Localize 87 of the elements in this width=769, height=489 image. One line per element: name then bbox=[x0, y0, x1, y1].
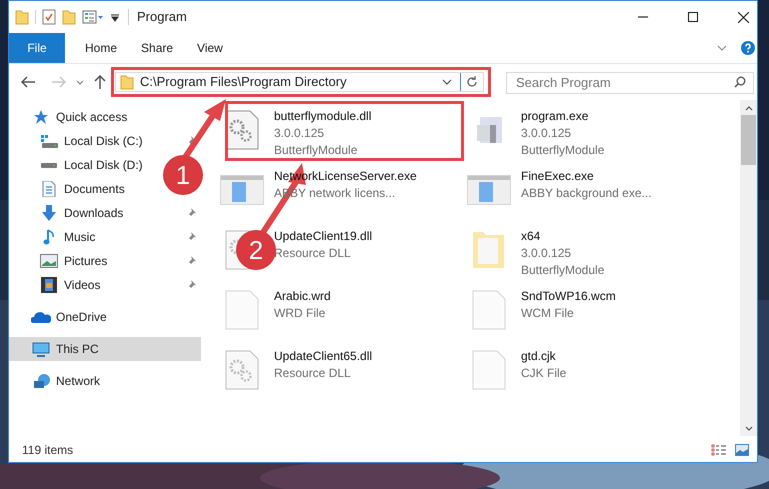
close-icon[interactable] bbox=[738, 12, 749, 22]
scroll-down-icon[interactable] bbox=[744, 426, 752, 431]
nav-item[interactable]: OneDrive bbox=[9, 305, 201, 329]
back-arrow-icon[interactable] bbox=[21, 76, 35, 88]
monitor-icon bbox=[32, 342, 50, 356]
pin-icon[interactable] bbox=[187, 208, 196, 218]
help-icon[interactable] bbox=[741, 41, 755, 55]
file-detail: ButterflyModule bbox=[521, 262, 604, 279]
file-detail: 3.0.0.125 bbox=[521, 245, 572, 262]
item-count: 119 items bbox=[22, 442, 74, 459]
cloud-icon bbox=[31, 311, 51, 323]
globe-icon bbox=[32, 374, 50, 388]
address-path: C:\Program Files\Program Directory bbox=[140, 74, 347, 90]
window-title: Program bbox=[137, 8, 187, 26]
folder-icon bbox=[473, 232, 505, 268]
up-arrow-icon[interactable] bbox=[94, 75, 106, 89]
search-field[interactable]: Search Program bbox=[506, 72, 754, 94]
file-icon bbox=[225, 290, 259, 330]
music-note-icon bbox=[43, 229, 55, 245]
file-name[interactable]: UpdateClient19.dll bbox=[274, 228, 372, 245]
application-icon bbox=[476, 116, 502, 144]
file-detail: ButterflyModule bbox=[521, 142, 604, 159]
file-detail: WCM File bbox=[521, 305, 574, 322]
drive-icon bbox=[41, 162, 57, 168]
file-name[interactable]: butterflymodule.dll bbox=[274, 108, 372, 125]
properties-icon[interactable] bbox=[82, 10, 104, 24]
pin-icon[interactable] bbox=[187, 232, 196, 242]
nav-item[interactable]: Videos bbox=[64, 276, 100, 294]
pin-icon[interactable] bbox=[187, 136, 196, 146]
nav-item[interactable]: Pictures bbox=[64, 252, 108, 270]
application-window-icon bbox=[467, 175, 511, 205]
file-detail: ButterflyModule bbox=[274, 142, 358, 159]
file-detail: CJK File bbox=[521, 365, 566, 382]
minimize-icon[interactable] bbox=[638, 16, 648, 18]
pin-icon[interactable] bbox=[187, 280, 196, 290]
nav-item[interactable]: Downloads bbox=[64, 204, 124, 222]
caret-icon[interactable] bbox=[76, 80, 84, 84]
nav-item[interactable]: Music bbox=[64, 228, 96, 246]
folder-icon bbox=[120, 74, 134, 90]
file-detail: Resource DLL bbox=[274, 245, 351, 262]
file-detail: 3.0.0.125 bbox=[521, 125, 572, 142]
pin-icon[interactable] bbox=[187, 256, 196, 266]
gear-file-icon bbox=[225, 350, 259, 390]
file-name[interactable]: x64 bbox=[521, 228, 540, 245]
star-icon bbox=[33, 110, 49, 124]
file-name[interactable]: gtd.cjk bbox=[521, 348, 556, 365]
file-detail: WRD File bbox=[274, 305, 326, 322]
file-detail: ABBY background exe... bbox=[521, 185, 652, 202]
nav-item[interactable]: Local Disk (D:) bbox=[64, 156, 143, 174]
search-icon[interactable] bbox=[734, 76, 746, 88]
nav-item[interactable]: This PC bbox=[9, 337, 201, 361]
dropdown-icon[interactable] bbox=[110, 12, 120, 22]
refresh-icon[interactable] bbox=[466, 76, 478, 88]
file-name[interactable]: Arabic.wrd bbox=[274, 288, 331, 305]
film-icon bbox=[41, 277, 57, 293]
checklist-icon[interactable] bbox=[42, 9, 56, 25]
caret-icon[interactable] bbox=[442, 79, 452, 85]
file-detail: Resource DLL bbox=[274, 365, 351, 382]
file-name[interactable]: FineExec.exe bbox=[521, 168, 594, 185]
nav-item[interactable]: Network bbox=[9, 369, 201, 393]
file-icon bbox=[472, 290, 506, 330]
large-icons-view-icon[interactable] bbox=[735, 444, 749, 456]
file-detail: 3.0.0.125 bbox=[274, 125, 324, 142]
ribbon-tab[interactable]: View bbox=[189, 33, 231, 63]
scroll-thumb[interactable] bbox=[741, 115, 756, 165]
picture-icon bbox=[40, 254, 58, 268]
file-icon bbox=[472, 350, 506, 390]
details-view-icon[interactable] bbox=[711, 444, 727, 456]
file-name[interactable]: SndToWP16.wcm bbox=[521, 288, 616, 305]
nav-item[interactable]: Quick access bbox=[9, 105, 201, 129]
ribbon-tab[interactable]: Home bbox=[77, 33, 126, 63]
ribbon-tab[interactable]: Share bbox=[133, 33, 182, 63]
nav-item[interactable]: Local Disk (C:) bbox=[64, 132, 143, 150]
file-name[interactable]: program.exe bbox=[521, 108, 588, 125]
gear-file-icon bbox=[225, 110, 259, 150]
nav-item[interactable]: Documents bbox=[64, 180, 125, 198]
drive-icon bbox=[40, 134, 58, 148]
application-window-icon bbox=[220, 175, 264, 205]
file-tab[interactable]: File bbox=[9, 33, 65, 63]
scroll-up-icon[interactable] bbox=[744, 106, 752, 111]
maximize-icon[interactable] bbox=[688, 12, 698, 22]
file-name[interactable]: UpdateClient65.dll bbox=[274, 348, 372, 365]
download-icon bbox=[42, 205, 56, 221]
document-icon bbox=[42, 181, 56, 197]
address-bar[interactable]: C:\Program Files\Program Directory bbox=[115, 72, 484, 92]
chevron-icon[interactable] bbox=[717, 45, 727, 51]
scrollbar[interactable] bbox=[740, 100, 757, 436]
